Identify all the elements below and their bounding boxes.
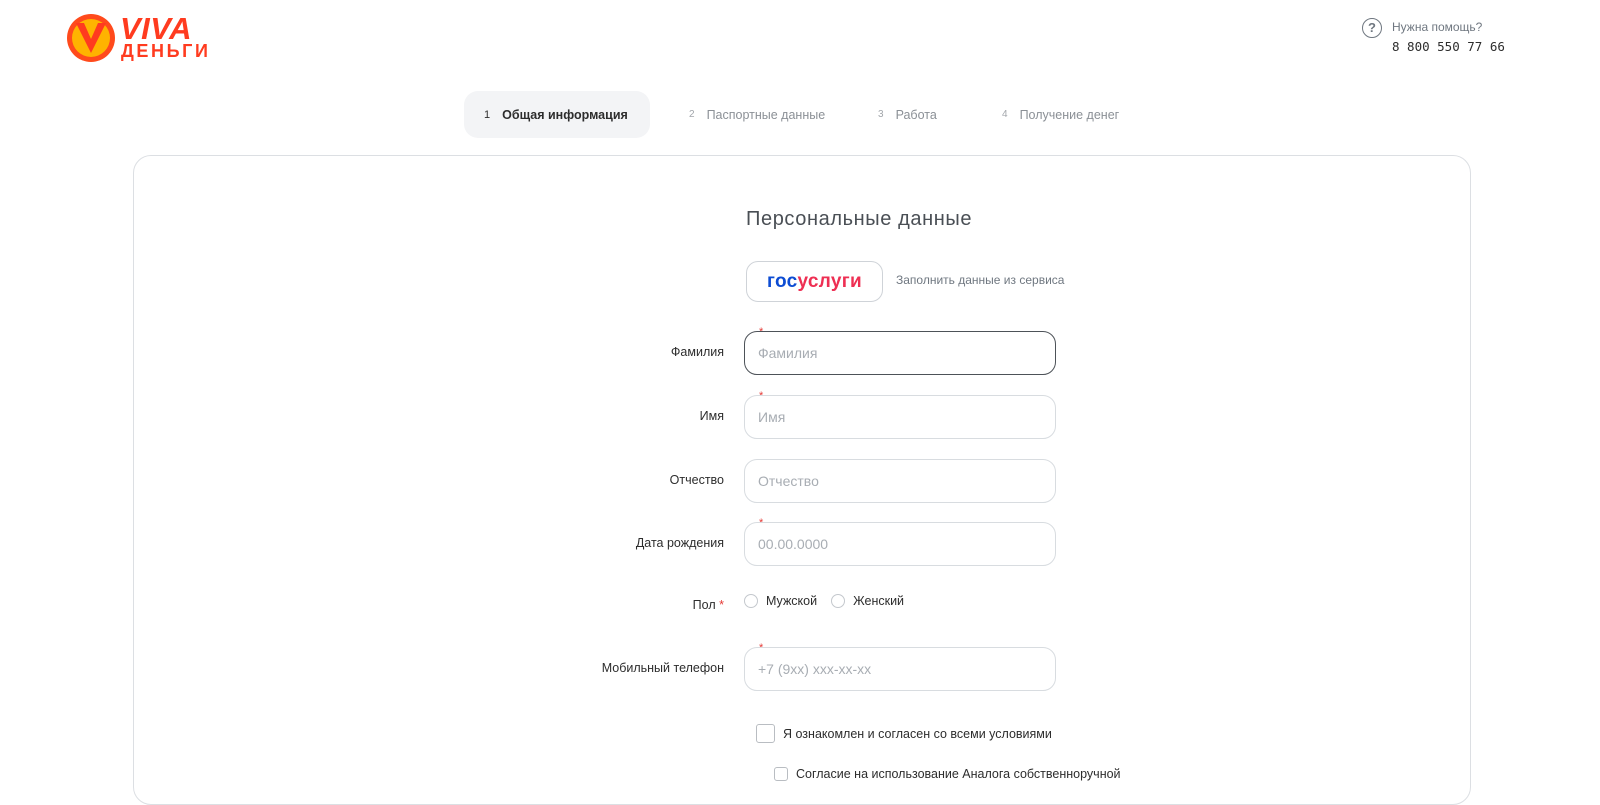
gender-option-label: Мужской [766, 594, 818, 608]
section-title: Персональные данные [746, 208, 973, 230]
gosuslugi-hint: Заполнить данные из сервиса [896, 273, 1065, 287]
first-name-input[interactable] [744, 395, 1056, 439]
last-name-label: Фамилия [670, 345, 724, 359]
middle-name-input[interactable] [744, 459, 1056, 503]
gender-option-male[interactable]: Мужской [744, 594, 817, 608]
step-number: 4 [1002, 109, 1008, 120]
gender-option-female[interactable]: Женский [831, 594, 904, 608]
middle-name-label: Отчество [669, 473, 724, 487]
required-marker: * [719, 598, 724, 612]
first-name-label: Имя [699, 409, 724, 423]
help-phone[interactable]: 8 800 550 77 66 [1392, 39, 1505, 54]
help-title: Нужна помощь? [1392, 20, 1483, 34]
birth-date-label: Дата рождения [635, 536, 724, 550]
last-name-input[interactable] [744, 331, 1056, 375]
help-block: ? Нужна помощь? 8 800 550 77 66 [1362, 18, 1505, 58]
radio-button[interactable] [831, 594, 846, 608]
agree-signature-checkbox[interactable] [774, 767, 788, 781]
steps-nav: 1 Общая информация 2 Паспортные данные 3… [464, 91, 1144, 138]
step-label: Паспортные данные [706, 107, 826, 122]
step-number: 3 [878, 109, 884, 120]
gender-radio-group: Мужской Женский [744, 594, 918, 608]
step-number: 1 [484, 108, 491, 121]
birth-date-input[interactable] [744, 522, 1056, 566]
agree-all-label: Я ознакомлен и согласен со всеми условия… [783, 726, 1052, 741]
step-passport-data[interactable]: 2 Паспортные данные [689, 91, 825, 138]
logo-word-viva: VIVA [120, 11, 193, 46]
agree-signature-row[interactable]: Согласие на использование Аналога собств… [774, 767, 1121, 781]
viva-logo-icon [67, 14, 115, 62]
step-receive-money[interactable]: 4 Получение денег [1002, 91, 1119, 138]
agree-all-checkbox[interactable] [756, 724, 775, 743]
step-label: Общая информация [502, 107, 628, 122]
gosuslugi-logo-part2: услуги [797, 270, 862, 292]
step-work[interactable]: 3 Работа [878, 91, 937, 138]
step-general-info[interactable]: 1 Общая информация [464, 91, 650, 138]
step-label: Работа [895, 107, 937, 122]
radio-button[interactable] [744, 594, 758, 608]
gender-label-text: Пол [692, 598, 716, 612]
gosuslugi-logo-part1: гос [767, 270, 798, 292]
help-circle-icon[interactable]: ? [1362, 18, 1382, 38]
phone-label: Мобильный телефон [601, 661, 724, 675]
agree-signature-label: Согласие на использование Аналога собств… [796, 767, 1121, 781]
step-label: Получение денег [1019, 107, 1120, 122]
logo-word-dengi: ДЕНЬГИ [121, 41, 211, 61]
gosuslugi-button[interactable]: гос услуги [746, 261, 883, 302]
step-number: 2 [689, 109, 695, 120]
agree-all-row[interactable]: Я ознакомлен и согласен со всеми условия… [756, 724, 1052, 743]
gender-option-label: Женский [853, 594, 905, 608]
phone-input[interactable] [744, 647, 1056, 691]
gender-label: Пол * [693, 598, 724, 612]
logo[interactable]: VIVA ДЕНЬГИ [66, 12, 208, 64]
